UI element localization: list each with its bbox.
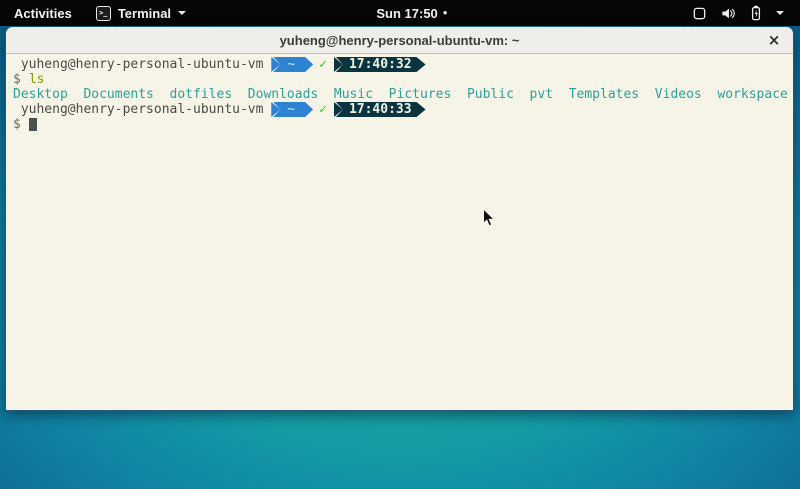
prompt-user: yuheng@henry-personal-ubuntu-vm [13,102,271,117]
volume-icon [720,6,736,21]
success-check-icon: ✓ [319,102,327,117]
terminal-window: yuheng@henry-personal-ubuntu-vm: ~ × yuh… [5,27,794,411]
prompt-line: yuheng@henry-personal-ubuntu-vm ~ ✓ 17:4… [13,102,793,117]
prompt-time-segment: 17:40:33 [336,102,426,117]
title-bar[interactable]: yuheng@henry-personal-ubuntu-vm: ~ × [6,27,793,54]
app-menu-button[interactable]: >_ Terminal [96,6,186,21]
chevron-down-icon [776,11,784,15]
terminal-app-icon: >_ [96,6,111,21]
prompt-time: 17:40:33 [349,102,412,117]
prompt-line: yuheng@henry-personal-ubuntu-vm ~ ✓ 17:4… [13,57,793,72]
success-check-icon: ✓ [319,57,327,72]
chevron-down-icon [178,11,186,15]
activities-button[interactable]: Activities [10,4,76,23]
window-title: yuheng@henry-personal-ubuntu-vm: ~ [280,33,520,48]
close-button[interactable]: × [765,31,783,49]
prompt-time-segment: 17:40:32 [336,57,426,72]
clock-button[interactable]: Sun 17:50 ● [376,0,447,26]
notification-dot: ● [443,0,448,26]
display-icon [692,6,707,21]
battery-charging-icon [749,5,763,21]
ls-output-line: Desktop Documents dotfiles Downloads Mus… [13,87,793,102]
prompt-time: 17:40:32 [349,57,412,72]
prompt-symbol: $ [13,117,21,132]
desktop: Activities >_ Terminal Sun 17:50 ● [0,0,800,489]
prompt-user: yuheng@henry-personal-ubuntu-vm [13,57,271,72]
typed-command: ls [29,72,45,87]
directory-list: Desktop Documents dotfiles Downloads Mus… [13,87,788,102]
prompt-symbol: $ [13,72,21,87]
prompt-path: ~ [287,57,295,72]
top-bar: Activities >_ Terminal Sun 17:50 ● [0,0,800,26]
app-menu-label: Terminal [118,6,171,21]
top-bar-left: Activities >_ Terminal [0,4,186,23]
system-tray-button[interactable] [692,0,800,26]
prompt-path: ~ [287,102,295,117]
terminal-cursor [29,118,37,131]
terminal-body[interactable]: yuheng@henry-personal-ubuntu-vm ~ ✓ 17:4… [6,54,793,410]
command-line: $ ls [13,72,793,87]
input-line: $ [13,117,793,132]
clock-label: Sun 17:50 [376,6,437,21]
